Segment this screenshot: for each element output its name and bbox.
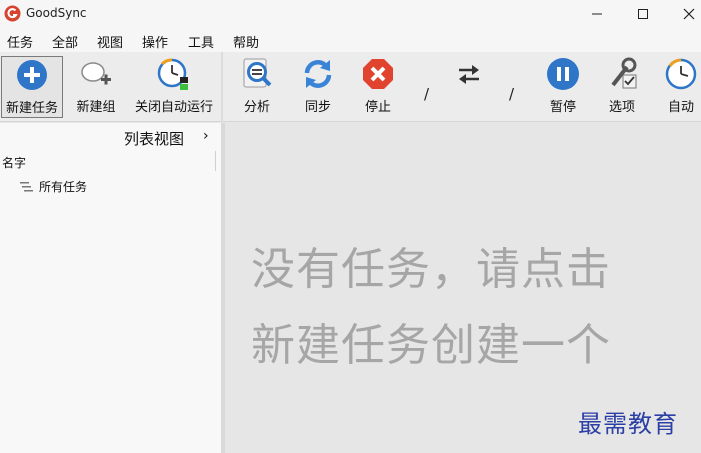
empty-line-1: 没有任务，请点击 bbox=[251, 244, 611, 295]
menu-all[interactable]: 全部 bbox=[52, 32, 78, 51]
menu-task[interactable]: 任务 bbox=[7, 32, 33, 51]
disable-auto-run-button[interactable]: 关闭自动运行 bbox=[129, 56, 219, 118]
analyze-button[interactable]: 分析 bbox=[236, 56, 278, 118]
list-view-title[interactable]: 列表视图 bbox=[124, 128, 184, 149]
sync-icon bbox=[304, 60, 332, 88]
menu-bar: 任务 全部 视图 操作 工具 帮助 bbox=[0, 28, 701, 52]
new-job-button[interactable]: 新建任务 bbox=[1, 56, 63, 118]
plus-circle-icon bbox=[17, 60, 47, 90]
right-slash: / bbox=[509, 85, 515, 103]
direction-button[interactable] bbox=[451, 56, 487, 118]
list-icon bbox=[20, 181, 33, 191]
auto-clock-icon bbox=[665, 58, 697, 90]
options-button[interactable]: 选项 bbox=[602, 56, 642, 118]
watermark: 最需教育 bbox=[578, 410, 678, 438]
left-slash: / bbox=[424, 85, 430, 103]
options-wrench-icon bbox=[611, 57, 637, 89]
column-divider[interactable] bbox=[215, 151, 216, 171]
bidirectional-arrows-icon bbox=[459, 65, 479, 84]
pause-button[interactable]: 暂停 bbox=[543, 56, 583, 118]
new-group-label: 新建组 bbox=[76, 100, 116, 115]
new-job-label: 新建任务 bbox=[5, 101, 58, 116]
empty-line-2: 新建任务创建一个 bbox=[251, 320, 611, 371]
maximize-button[interactable] bbox=[620, 0, 666, 28]
goodsync-logo-icon bbox=[4, 5, 21, 22]
maximize-icon bbox=[638, 9, 648, 19]
stop-icon bbox=[363, 59, 393, 89]
pause-label: 暂停 bbox=[549, 100, 576, 115]
analyze-magnifier-icon bbox=[243, 58, 272, 88]
new-group-button[interactable]: 新建组 bbox=[70, 56, 122, 118]
window-title: GoodSync bbox=[26, 6, 87, 20]
toolbar: 新建任务 新建组 关闭自动运行 分析 同步 停止 / / 暂停 选项 自动 bbox=[0, 52, 701, 122]
disable-auto-run-label: 关闭自动运行 bbox=[134, 100, 213, 115]
analyze-label: 分析 bbox=[243, 100, 270, 115]
minimize-button[interactable] bbox=[574, 0, 620, 28]
stop-label: 停止 bbox=[364, 100, 391, 115]
close-button[interactable] bbox=[666, 0, 701, 28]
toolbar-separator bbox=[221, 52, 223, 122]
new-group-icon bbox=[81, 62, 111, 85]
minimize-icon bbox=[592, 13, 602, 15]
tree-item-label: 所有任务 bbox=[39, 180, 88, 194]
sync-label: 同步 bbox=[304, 100, 331, 115]
tree-item-all-jobs[interactable]: 所有任务 bbox=[20, 178, 87, 195]
auto-button[interactable]: 自动 bbox=[662, 56, 700, 118]
auto-label: 自动 bbox=[667, 100, 694, 115]
pause-icon bbox=[547, 58, 579, 90]
name-column-header[interactable]: 名字 bbox=[2, 154, 26, 171]
menu-actions[interactable]: 操作 bbox=[142, 32, 168, 51]
title-bar: GoodSync bbox=[0, 0, 701, 28]
clock-auto-off-icon bbox=[157, 58, 188, 90]
menu-tools[interactable]: 工具 bbox=[188, 32, 214, 51]
close-icon bbox=[683, 8, 695, 20]
stop-button[interactable]: 停止 bbox=[357, 56, 399, 118]
options-label: 选项 bbox=[608, 100, 635, 115]
sync-button[interactable]: 同步 bbox=[297, 56, 339, 118]
job-list-panel: 列表视图 › 名字 所有任务 bbox=[0, 123, 221, 453]
chevron-right-icon[interactable]: › bbox=[203, 128, 209, 144]
menu-help[interactable]: 帮助 bbox=[233, 32, 259, 51]
empty-state-message: 没有任务，请点击 新建任务创建一个 bbox=[251, 232, 701, 384]
menu-view[interactable]: 视图 bbox=[97, 32, 123, 51]
